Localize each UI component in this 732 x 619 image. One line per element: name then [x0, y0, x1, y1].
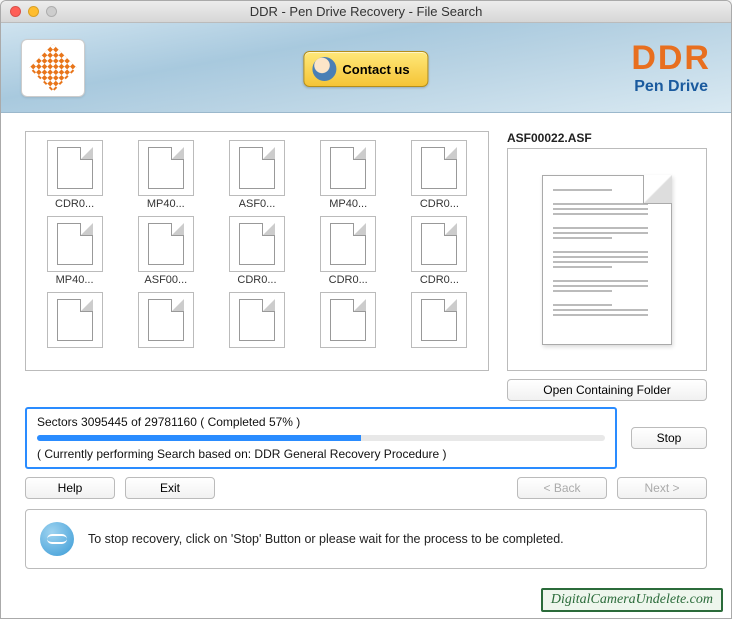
page-icon	[330, 147, 366, 189]
file-item[interactable]: MP40...	[125, 140, 206, 210]
page-icon	[421, 223, 457, 265]
back-button[interactable]: < Back	[517, 477, 607, 499]
file-item[interactable]: .	[399, 292, 480, 363]
file-icon	[47, 140, 103, 196]
page-icon	[239, 223, 275, 265]
file-item[interactable]: ASF00...	[125, 216, 206, 286]
file-name-label: CDR0...	[420, 198, 459, 210]
info-icon	[40, 522, 74, 556]
header-banner: Contact us DDR Pen Drive	[1, 23, 731, 113]
file-item[interactable]: MP40...	[308, 140, 389, 210]
help-button[interactable]: Help	[25, 477, 115, 499]
page-icon	[148, 223, 184, 265]
file-name-label: CDR0...	[329, 274, 368, 286]
file-name-label: ASF00...	[144, 274, 187, 286]
contact-us-label: Contact us	[342, 62, 409, 77]
person-icon	[312, 57, 336, 81]
page-icon	[330, 299, 366, 341]
watermark: DigitalCameraUndelete.com	[541, 588, 723, 612]
file-name-label: CDR0...	[55, 198, 94, 210]
nav-row: Help Exit < Back Next >	[25, 477, 707, 499]
file-icon	[411, 140, 467, 196]
titlebar: DDR - Pen Drive Recovery - File Search	[1, 1, 731, 23]
file-item[interactable]: .	[125, 292, 206, 363]
file-item[interactable]: .	[308, 292, 389, 363]
page-icon	[421, 299, 457, 341]
file-icon	[320, 216, 376, 272]
progress-mode-text: ( Currently performing Search based on: …	[37, 447, 605, 461]
progress-bar	[37, 435, 605, 441]
info-text: To stop recovery, click on 'Stop' Button…	[88, 532, 564, 546]
app-logo	[21, 39, 85, 97]
file-icon	[47, 216, 103, 272]
progress-row: Sectors 3095445 of 29781160 ( Completed …	[25, 407, 707, 469]
window-title: DDR - Pen Drive Recovery - File Search	[1, 4, 731, 19]
file-icon	[138, 292, 194, 348]
page-icon	[57, 147, 93, 189]
preview-panel: ASF00022.ASF	[507, 131, 707, 371]
stop-button[interactable]: Stop	[631, 427, 707, 449]
file-icon	[138, 216, 194, 272]
file-name-label: MP40...	[147, 198, 185, 210]
stop-column: Stop	[631, 407, 707, 469]
progress-box: Sectors 3095445 of 29781160 ( Completed …	[25, 407, 617, 469]
file-name-label: MP40...	[329, 198, 367, 210]
file-icon	[320, 140, 376, 196]
page-icon	[57, 299, 93, 341]
document-preview-icon	[542, 175, 672, 345]
file-item[interactable]: CDR0...	[216, 216, 297, 286]
preview-box	[507, 148, 707, 371]
preview-filename: ASF00022.ASF	[507, 131, 707, 145]
file-name-label: CDR0...	[420, 274, 459, 286]
page-icon	[148, 147, 184, 189]
file-icon	[229, 140, 285, 196]
info-box: To stop recovery, click on 'Stop' Button…	[25, 509, 707, 569]
progress-fill	[37, 435, 361, 441]
brand: DDR Pen Drive	[631, 39, 711, 96]
file-item[interactable]: ASF0...	[216, 140, 297, 210]
file-icon	[229, 292, 285, 348]
file-grid-panel: CDR0... MP40... ASF0... MP40... CDR0... MP40.…	[25, 131, 489, 371]
main-body: CDR0... MP40... ASF0... MP40... CDR0... MP40.…	[1, 113, 731, 618]
file-item[interactable]: CDR0...	[399, 216, 480, 286]
page-icon	[239, 299, 275, 341]
brand-name: DDR	[631, 39, 711, 78]
file-item[interactable]: .	[34, 292, 115, 363]
file-item[interactable]: CDR0...	[308, 216, 389, 286]
file-item[interactable]: CDR0...	[399, 140, 480, 210]
open-containing-folder-button[interactable]: Open Containing Folder	[507, 379, 707, 401]
logo-pattern-icon	[29, 43, 77, 91]
file-icon	[411, 292, 467, 348]
brand-subtitle: Pen Drive	[631, 78, 711, 96]
page-icon	[148, 299, 184, 341]
page-icon	[57, 223, 93, 265]
contact-us-button[interactable]: Contact us	[303, 51, 428, 87]
next-button[interactable]: Next >	[617, 477, 707, 499]
file-item[interactable]: MP40...	[34, 216, 115, 286]
file-icon	[320, 292, 376, 348]
file-item[interactable]: CDR0...	[34, 140, 115, 210]
file-name-label: MP40...	[56, 274, 94, 286]
progress-status-text: Sectors 3095445 of 29781160 ( Completed …	[37, 415, 605, 429]
file-icon	[47, 292, 103, 348]
page-icon	[421, 147, 457, 189]
file-grid: CDR0... MP40... ASF0... MP40... CDR0... MP40.…	[34, 140, 480, 363]
app-window: DDR - Pen Drive Recovery - File Search C…	[0, 0, 732, 619]
file-item[interactable]: .	[216, 292, 297, 363]
file-name-label: CDR0...	[237, 274, 276, 286]
page-icon	[239, 147, 275, 189]
file-name-label: ASF0...	[239, 198, 276, 210]
page-icon	[330, 223, 366, 265]
file-icon	[229, 216, 285, 272]
file-icon	[411, 216, 467, 272]
open-folder-row: Open Containing Folder	[25, 379, 707, 401]
exit-button[interactable]: Exit	[125, 477, 215, 499]
file-area: CDR0... MP40... ASF0... MP40... CDR0... MP40.…	[25, 131, 707, 371]
file-icon	[138, 140, 194, 196]
